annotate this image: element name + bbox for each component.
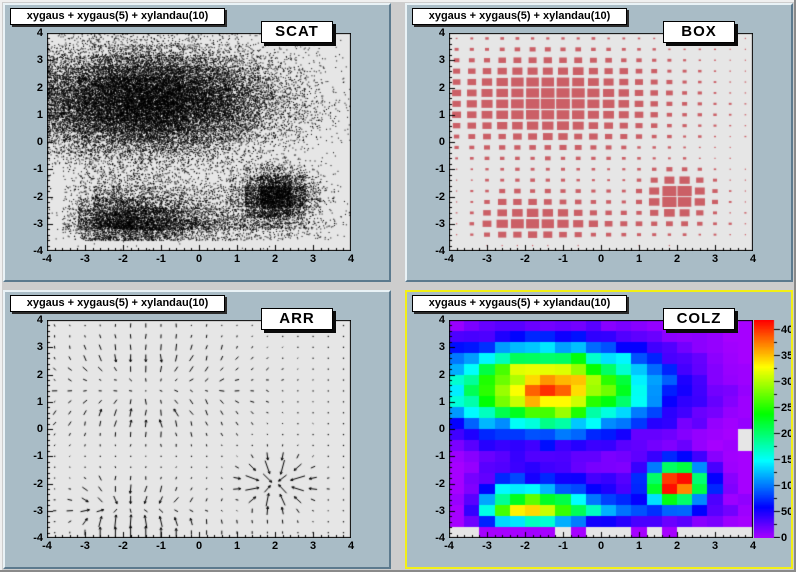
z-tick-label: 150 [781,454,793,466]
pad-box[interactable]: xygaus + xygaus(5) + xylandau(10) BOX -4… [405,3,793,282]
x-tick-label: -2 [513,253,537,265]
x-tick-label: 2 [665,253,689,265]
z-tick-label: 50 [781,506,793,518]
pad-scat[interactable]: xygaus + xygaus(5) + xylandau(10) SCAT -… [3,3,391,282]
x-tick-label: 0 [187,253,211,265]
y-tick-label: -1 [415,450,445,462]
x-tick-label: 2 [665,540,689,552]
x-tick-label: -1 [551,540,575,552]
y-tick-label: -2 [415,478,445,490]
y-tick-label: -4 [415,245,445,257]
z-tick-label: 200 [781,428,793,440]
x-tick-label: 1 [225,253,249,265]
x-tick-label: -3 [475,540,499,552]
y-tick-label: 3 [13,54,43,66]
y-tick-label: 1 [13,109,43,121]
draw-option-label-arr[interactable]: ARR [261,308,333,330]
z-tick-label: 350 [781,350,793,362]
x-tick-label: -3 [475,253,499,265]
y-tick-label: 2 [415,82,445,94]
x-tick-label: -2 [111,253,135,265]
draw-option-label-colz[interactable]: COLZ [663,308,735,330]
y-tick-label: -4 [13,532,43,544]
x-tick-label: 0 [187,540,211,552]
y-tick-label: 1 [415,396,445,408]
plot-frame-arr[interactable] [47,320,351,538]
y-tick-label: -2 [13,478,43,490]
y-tick-label: 0 [415,136,445,148]
y-tick-label: 3 [415,54,445,66]
y-tick-label: 4 [415,27,445,39]
y-tick-label: 2 [13,369,43,381]
x-tick-label: -1 [551,253,575,265]
x-tick-label: -2 [513,540,537,552]
y-tick-label: 0 [415,423,445,435]
y-tick-label: 0 [13,423,43,435]
y-tick-label: -3 [415,218,445,230]
y-tick-label: 0 [13,136,43,148]
plot-frame-scat[interactable] [47,33,351,251]
y-tick-label: 2 [415,369,445,381]
draw-option-label-box[interactable]: BOX [663,21,735,43]
y-tick-label: -3 [13,218,43,230]
y-tick-label: 3 [13,341,43,353]
x-tick-label: -2 [111,540,135,552]
plot-frame-box[interactable] [449,33,753,251]
x-tick-label: 4 [339,540,363,552]
y-tick-label: 4 [415,314,445,326]
x-tick-label: 4 [741,253,765,265]
y-tick-label: -3 [415,505,445,517]
histogram-title-box[interactable]: xygaus + xygaus(5) + xylandau(10) [412,8,627,25]
z-tick-label: 0 [781,532,793,544]
y-tick-label: -1 [13,450,43,462]
histogram-title-box[interactable]: xygaus + xygaus(5) + xylandau(10) [10,295,225,312]
x-tick-label: 1 [225,540,249,552]
y-tick-label: -4 [13,245,43,257]
z-tick-label: 300 [781,376,793,388]
y-tick-label: 3 [415,341,445,353]
x-tick-label: -1 [149,540,173,552]
z-tick-label: 250 [781,402,793,414]
y-tick-label: -3 [13,505,43,517]
color-palette-bar[interactable] [754,320,781,538]
y-tick-label: 4 [13,314,43,326]
z-tick-label: 400 [781,324,793,336]
x-tick-label: -1 [149,253,173,265]
y-tick-label: 4 [13,27,43,39]
y-tick-label: -2 [13,191,43,203]
x-tick-label: 4 [741,540,765,552]
x-tick-label: -3 [73,540,97,552]
y-tick-label: 1 [13,396,43,408]
x-tick-label: 2 [263,540,287,552]
histogram-title-box[interactable]: xygaus + xygaus(5) + xylandau(10) [412,295,627,312]
pad-arr[interactable]: xygaus + xygaus(5) + xylandau(10) ARR -4… [3,290,391,569]
x-tick-label: -3 [73,253,97,265]
root-canvas: xygaus + xygaus(5) + xylandau(10) SCAT -… [0,0,796,572]
y-tick-label: 2 [13,82,43,94]
y-tick-label: -4 [415,532,445,544]
y-tick-label: -1 [415,163,445,175]
x-tick-label: 3 [301,253,325,265]
histogram-title-box[interactable]: xygaus + xygaus(5) + xylandau(10) [10,8,225,25]
x-tick-label: 1 [627,540,651,552]
plot-frame-colz[interactable] [449,320,753,538]
z-tick-label: 100 [781,480,793,492]
y-tick-label: -2 [415,191,445,203]
x-tick-label: 3 [301,540,325,552]
x-tick-label: 3 [703,253,727,265]
y-tick-label: 1 [415,109,445,121]
x-tick-label: 0 [589,253,613,265]
x-tick-label: 1 [627,253,651,265]
y-tick-label: -1 [13,163,43,175]
x-tick-label: 4 [339,253,363,265]
pad-colz[interactable]: xygaus + xygaus(5) + xylandau(10) COLZ -… [405,290,793,569]
draw-option-label-scat[interactable]: SCAT [261,21,333,43]
x-tick-label: 2 [263,253,287,265]
x-tick-label: 0 [589,540,613,552]
x-tick-label: 3 [703,540,727,552]
